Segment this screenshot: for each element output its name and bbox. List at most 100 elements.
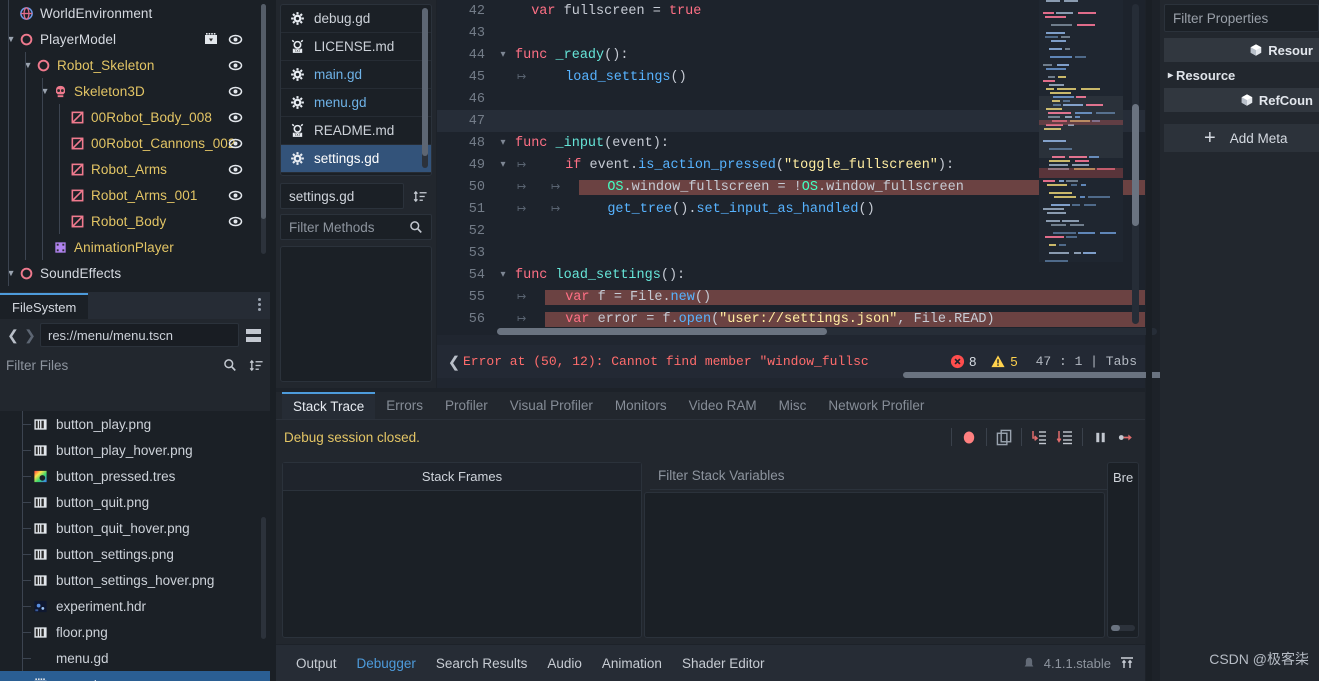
visibility-toggle-icon[interactable] bbox=[226, 104, 244, 130]
tree-expand-arrow[interactable]: ▼ bbox=[38, 78, 52, 104]
sort-icon[interactable] bbox=[244, 354, 268, 376]
error-counter[interactable]: 8 bbox=[950, 354, 976, 369]
scene-tree-item[interactable]: AnimationPlayer bbox=[0, 234, 270, 260]
bottom-panel-button[interactable]: Debugger bbox=[347, 651, 426, 675]
list-item[interactable]: button_quit_hover.png bbox=[0, 515, 270, 541]
visibility-toggle-icon[interactable] bbox=[226, 208, 244, 234]
tree-expand-arrow[interactable]: ▼ bbox=[4, 26, 18, 52]
debugger-tab[interactable]: Visual Profiler bbox=[499, 392, 604, 419]
step-over-button[interactable] bbox=[1052, 424, 1078, 450]
list-item[interactable]: button_settings.png bbox=[0, 541, 270, 567]
debugger-tab[interactable]: Misc bbox=[768, 392, 818, 419]
list-item[interactable]: menu.gd bbox=[281, 89, 431, 117]
toggle-split-mode-icon[interactable] bbox=[242, 324, 264, 346]
filter-methods-input[interactable]: Filter Methods bbox=[289, 220, 407, 235]
tree-expand-arrow[interactable]: ▼ bbox=[21, 52, 35, 78]
list-item[interactable]: debug.gd bbox=[281, 5, 431, 33]
scene-tree-item[interactable]: 00Robot_Body_008 bbox=[0, 104, 270, 130]
scene-tree-panel[interactable]: WorldEnvironment ▼ PlayerModel ▼ Robot_Skele… bbox=[0, 0, 270, 292]
bottom-panel-button[interactable]: Audio bbox=[537, 651, 592, 675]
code-text-area[interactable]: 42 var fullscreen = true 43 44 ▾ func _ready… bbox=[437, 0, 1145, 335]
code-vertical-scrollbar[interactable] bbox=[1132, 4, 1139, 324]
script-list-panel[interactable]: debug.gd TXT LICENSE.md main.gd menu.gd TXT RE… bbox=[276, 0, 436, 388]
breakpoints-column[interactable]: Bre bbox=[1107, 462, 1139, 638]
cursor-position-indicator[interactable]: 47 : 1 | Tabs bbox=[1036, 354, 1137, 369]
visibility-toggle-icon[interactable] bbox=[226, 26, 244, 52]
list-item[interactable]: floor.png bbox=[0, 619, 270, 645]
step-into-button[interactable] bbox=[1026, 424, 1052, 450]
expand-bottom-panel-icon[interactable] bbox=[1119, 655, 1135, 671]
back-icon[interactable]: ❮ bbox=[6, 324, 20, 346]
debugger-tab[interactable]: Video RAM bbox=[678, 392, 768, 419]
stack-frames-column[interactable]: Stack Frames bbox=[282, 462, 642, 638]
bottom-panel-button[interactable]: Shader Editor bbox=[672, 651, 775, 675]
prev-error-icon[interactable]: ❮ bbox=[445, 351, 463, 373]
divider-right[interactable] bbox=[1146, 0, 1152, 681]
tree-expand-arrow[interactable]: ▼ bbox=[4, 260, 18, 286]
debugger-tab[interactable]: Errors bbox=[375, 392, 434, 419]
inspector-property-list[interactable]: Resour ▸ Resource RefCoun + Add Meta bbox=[1164, 38, 1319, 641]
code-line[interactable]: 55 ↦ var f = File.new() bbox=[437, 286, 1145, 308]
scene-tree-item[interactable]: 00Robot_Cannons_002 bbox=[0, 130, 270, 156]
filesystem-panel[interactable]: FileSystem ❮ ❯ res://menu/menu.tscn Filt… bbox=[0, 292, 270, 681]
bottom-panel-button[interactable]: Search Results bbox=[426, 651, 538, 675]
continue-button[interactable] bbox=[1113, 424, 1139, 450]
code-fold-arrow[interactable]: ▾ bbox=[495, 269, 511, 281]
script-editor[interactable]: 42 var fullscreen = true 43 44 ▾ func _ready… bbox=[437, 0, 1319, 388]
debugger-tabbar[interactable]: Stack Trace Errors Profiler Visual Profiler… bbox=[276, 392, 1145, 420]
scene-tree-scrollbar[interactable] bbox=[261, 4, 266, 254]
list-item[interactable]: menu.tscn bbox=[0, 671, 270, 681]
editor-bottom-bar[interactable]: Output Debugger Search Results Audio Animati… bbox=[276, 645, 1145, 681]
code-fold-arrow[interactable]: ▾ bbox=[495, 137, 511, 149]
debugger-panel[interactable]: Stack Trace Errors Profiler Visual Profiler… bbox=[276, 392, 1145, 644]
pause-button[interactable] bbox=[1087, 424, 1113, 450]
scene-tree-item[interactable]: ▼ SoundEffects bbox=[0, 260, 270, 286]
filter-properties-input[interactable]: Filter Properties bbox=[1173, 11, 1268, 26]
inspector-section-header[interactable]: RefCoun bbox=[1164, 88, 1319, 112]
visibility-toggle-icon[interactable] bbox=[226, 130, 244, 156]
visibility-toggle-icon[interactable] bbox=[226, 182, 244, 208]
code-line[interactable]: 56 ↦ var error = f.open("user://settings.… bbox=[437, 308, 1145, 330]
scene-tree-item[interactable]: ▼ PlayerModel bbox=[0, 26, 270, 52]
visibility-toggle-icon[interactable] bbox=[226, 156, 244, 182]
filesystem-menu-icon[interactable] bbox=[258, 298, 261, 311]
list-item[interactable]: experiment.hdr bbox=[0, 593, 270, 619]
scene-tree-item[interactable]: Robot_Arms_001 bbox=[0, 182, 270, 208]
list-item[interactable]: settings.gd bbox=[281, 145, 431, 173]
filesystem-scrollbar[interactable] bbox=[261, 517, 266, 639]
code-line[interactable]: 54 ▾ func load_settings(): bbox=[437, 264, 1145, 286]
list-item[interactable]: button_quit.png bbox=[0, 489, 270, 515]
inspector-subsection[interactable]: ▸ Resource bbox=[1164, 64, 1319, 86]
scene-tree-item[interactable]: WorldEnvironment bbox=[0, 0, 270, 26]
list-item[interactable]: main.gd bbox=[281, 61, 431, 89]
debugger-tab[interactable]: Monitors bbox=[604, 392, 678, 419]
chevron-right-icon[interactable]: ▸ bbox=[1168, 70, 1173, 81]
minimap-viewport[interactable] bbox=[1039, 96, 1123, 158]
bottom-panel-button[interactable]: Output bbox=[286, 651, 347, 675]
scene-tree-item[interactable]: Robot_Arms bbox=[0, 156, 270, 182]
list-item[interactable]: button_pressed.tres bbox=[0, 463, 270, 489]
scene-tree-item[interactable]: ▼ Robot_Skeleton bbox=[0, 52, 270, 78]
record-button[interactable] bbox=[956, 424, 982, 450]
script-names-list[interactable]: debug.gd TXT LICENSE.md main.gd menu.gd TXT RE… bbox=[280, 4, 432, 176]
list-item[interactable]: button_play.png bbox=[0, 411, 270, 437]
debugger-tab[interactable]: Profiler bbox=[434, 392, 499, 419]
list-item[interactable]: button_play_hover.png bbox=[0, 437, 270, 463]
stack-variables-list[interactable] bbox=[644, 492, 1105, 638]
bottom-panel-button[interactable]: Animation bbox=[592, 651, 672, 675]
list-item[interactable]: TXT LICENSE.md bbox=[281, 33, 431, 61]
list-item[interactable]: TXT README.md bbox=[281, 117, 431, 145]
scene-tree-item[interactable]: Robot_Body bbox=[0, 208, 270, 234]
visibility-toggle-icon[interactable] bbox=[226, 52, 244, 78]
script-list-scrollbar[interactable] bbox=[422, 8, 428, 168]
forward-icon[interactable]: ❯ bbox=[23, 324, 37, 346]
code-horizontal-scrollbar[interactable] bbox=[497, 328, 1157, 335]
filter-stack-variables-input[interactable]: Filter Stack Variables bbox=[658, 468, 1111, 483]
methods-list[interactable] bbox=[280, 246, 432, 382]
code-fold-arrow[interactable]: ▾ bbox=[495, 49, 511, 61]
copy-error-button[interactable] bbox=[991, 424, 1017, 450]
filter-files-input[interactable]: Filter Files bbox=[6, 358, 216, 373]
warning-counter[interactable]: 5 bbox=[990, 354, 1018, 369]
debugger-tab[interactable]: Stack Trace bbox=[282, 392, 376, 419]
inspector-panel[interactable]: Filter Properties Resour ▸ Resource RefCoun… bbox=[1160, 0, 1319, 681]
